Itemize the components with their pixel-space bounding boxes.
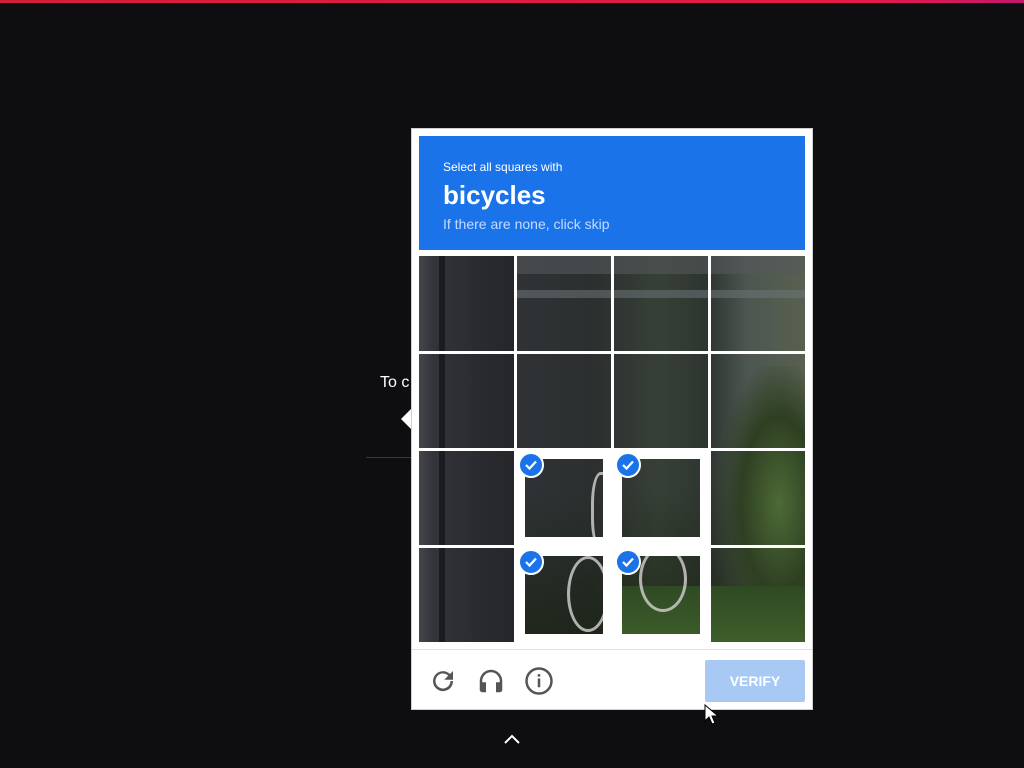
captcha-tile-r1c1[interactable]: [419, 256, 515, 352]
headphones-icon[interactable]: [476, 666, 506, 696]
captcha-tile-r3c3[interactable]: [613, 450, 709, 546]
captcha-tile-r3c1[interactable]: [419, 450, 515, 546]
captcha-tile-r3c2[interactable]: [516, 450, 612, 546]
captcha-tile-r2c3[interactable]: [613, 353, 709, 449]
captcha-tile-r2c2[interactable]: [516, 353, 612, 449]
checkmark-icon: [615, 452, 641, 478]
captcha-tile-r1c4[interactable]: [710, 256, 805, 352]
chevron-up-icon[interactable]: [502, 732, 522, 746]
page-top-accent-line: [0, 0, 1024, 3]
checkmark-icon: [518, 452, 544, 478]
reload-icon[interactable]: [428, 666, 458, 696]
captcha-keyword: bicycles: [443, 180, 546, 210]
captcha-header: Select all squares with bicycles If ther…: [419, 136, 805, 250]
captcha-challenge-dialog: Select all squares with bicycles If ther…: [411, 128, 813, 710]
captcha-tile-r3c4[interactable]: [710, 450, 805, 546]
background-partial-text: To c: [380, 374, 410, 391]
captcha-tile-r4c3[interactable]: [613, 547, 709, 642]
captcha-image-grid: [419, 256, 805, 642]
captcha-instruction: Select all squares with: [443, 160, 563, 174]
checkmark-icon: [518, 549, 544, 575]
checkmark-icon: [615, 549, 641, 575]
captcha-tile-r4c1[interactable]: [419, 547, 515, 642]
verify-button[interactable]: VERIFY: [705, 660, 805, 702]
captcha-tile-r4c4[interactable]: [710, 547, 805, 642]
captcha-tile-r4c2[interactable]: [516, 547, 612, 642]
captcha-footer: VERIFY: [412, 649, 812, 710]
info-icon[interactable]: [524, 666, 554, 696]
captcha-pointer-arrow: [401, 409, 411, 429]
captcha-tile-r1c2[interactable]: [516, 256, 612, 352]
captcha-tile-r1c3[interactable]: [613, 256, 709, 352]
captcha-tile-r2c4[interactable]: [710, 353, 805, 449]
captcha-tile-r2c1[interactable]: [419, 353, 515, 449]
mouse-cursor-icon: [704, 703, 720, 726]
captcha-hint: If there are none, click skip: [443, 216, 610, 232]
